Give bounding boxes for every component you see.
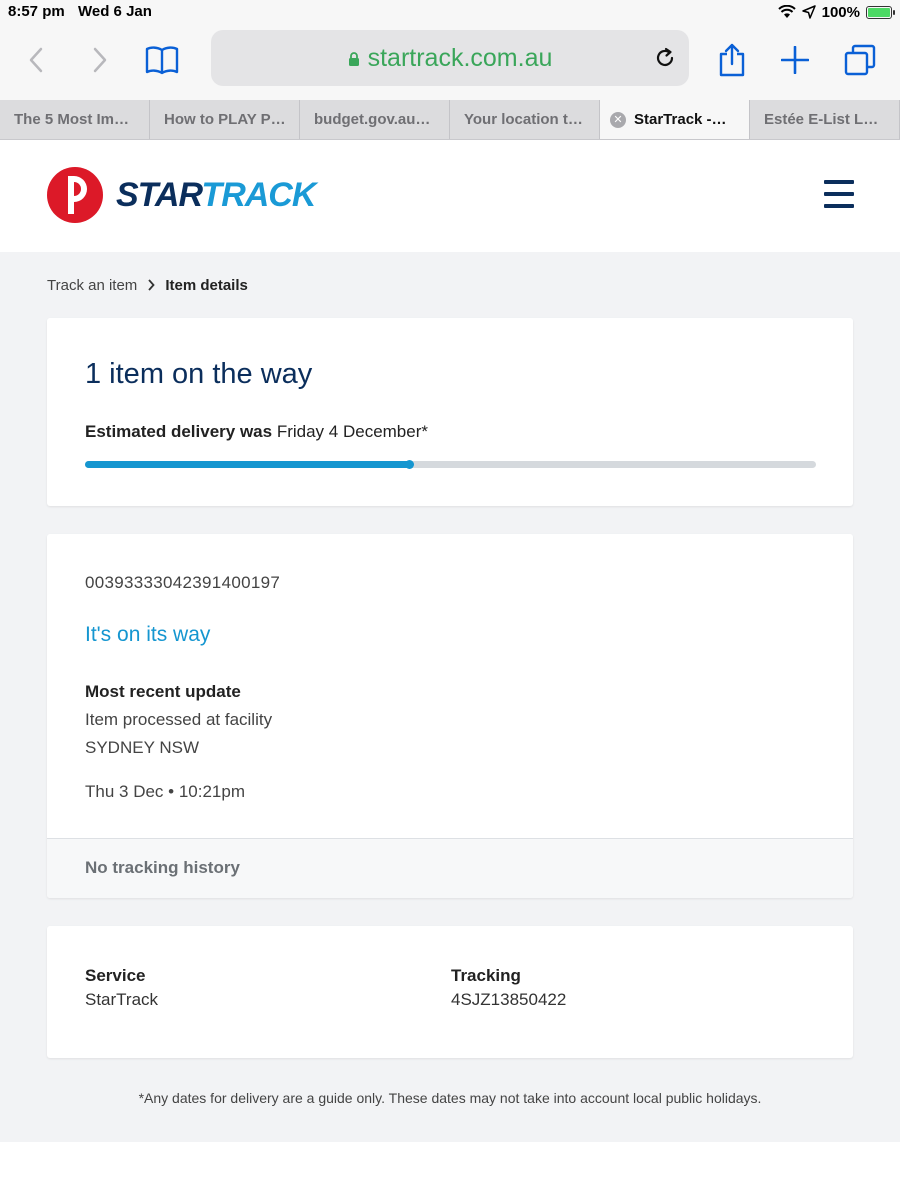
tracking-history-section: No tracking history <box>47 838 853 898</box>
service-details-card: Service StarTrack Tracking 4SJZ13850422 <box>47 926 853 1058</box>
chevron-right-icon <box>147 278 156 294</box>
delivery-disclaimer: *Any dates for delivery are a guide only… <box>138 1090 762 1106</box>
service-value: StarTrack <box>85 990 159 1009</box>
startrack-logo-mark <box>47 167 103 223</box>
tab-3[interactable]: budget.gov.au… <box>300 100 450 139</box>
tracking-history-label: No tracking history <box>85 858 240 877</box>
status-time: 8:57 pm <box>8 3 65 20</box>
battery-fill <box>868 7 890 17</box>
update-heading: Most recent update <box>85 682 241 701</box>
status-date: Wed 6 Jan <box>78 3 152 20</box>
new-tab-icon[interactable] <box>775 40 815 80</box>
location-arrow-icon <box>801 5 816 19</box>
delivery-summary-card: 1 item on the way Estimated delivery was… <box>47 318 853 506</box>
logo-wordmark: STARTRACK <box>116 175 316 215</box>
summary-title: 1 item on the way <box>85 358 313 390</box>
lock-icon <box>348 52 359 66</box>
tabs-overview-icon[interactable] <box>840 40 880 80</box>
status-bar: 8:57 pm Wed 6 Jan 100% <box>0 0 900 24</box>
estimated-delivery: Estimated delivery was Friday 4 December… <box>85 422 428 442</box>
tab-close-icon[interactable]: ✕ <box>610 111 626 128</box>
update-timestamp: Thu 3 Dec • 10:21pm <box>85 782 245 801</box>
battery-icon <box>866 5 895 19</box>
item-card: 00393333042391400197 It's on its way Mos… <box>47 534 853 898</box>
item-tracking-number: 00393333042391400197 <box>85 573 281 592</box>
forward-icon[interactable] <box>80 40 120 80</box>
status-indicators: 100% <box>777 2 895 22</box>
update-description: Item processed at facility <box>85 710 273 729</box>
tab-strip: The 5 Most Im… How to PLAY P… budget.gov… <box>0 100 900 140</box>
tab-label: budget.gov.au… <box>314 111 431 128</box>
startrack-logo[interactable]: STARTRACK <box>46 166 316 224</box>
logo-wordmark-star: STAR <box>116 175 202 214</box>
tab-label: Estée E-List L… <box>764 111 879 128</box>
bookmarks-icon[interactable] <box>142 40 182 80</box>
tab-label: Your location t… <box>464 111 583 128</box>
browser-toolbar: startrack.com.au <box>0 24 900 100</box>
delivery-progress-bar <box>85 460 816 469</box>
estimate-label: Estimated delivery was <box>85 422 273 441</box>
back-icon[interactable] <box>16 40 56 80</box>
share-icon[interactable] <box>712 40 752 80</box>
service-label: Service <box>85 966 146 985</box>
logo-wordmark-track: TRACK <box>201 175 316 214</box>
menu-icon[interactable] <box>824 180 854 210</box>
item-status: It's on its way <box>85 623 211 646</box>
tab-2[interactable]: How to PLAY P… <box>150 100 300 139</box>
estimate-date: Friday 4 December* <box>276 422 428 441</box>
tab-label: StarTrack -… <box>634 111 727 128</box>
tab-1[interactable]: The 5 Most Im… <box>0 100 150 139</box>
tab-6[interactable]: Estée E-List L… <box>750 100 900 139</box>
wifi-icon <box>777 5 796 18</box>
tab-5-active[interactable]: ✕ StarTrack -… <box>600 100 750 139</box>
update-location: SYDNEY NSW <box>85 738 199 757</box>
site-header: STARTRACK <box>0 140 900 252</box>
breadcrumb-current: Item details <box>165 277 248 294</box>
breadcrumb: Track an item Item details <box>47 277 248 294</box>
tab-4[interactable]: Your location t… <box>450 100 600 139</box>
breadcrumb-track-link[interactable]: Track an item <box>47 277 137 294</box>
address-bar[interactable]: startrack.com.au <box>211 30 689 86</box>
url-text: startrack.com.au <box>367 43 553 72</box>
tracking-value: 4SJZ13850422 <box>451 990 567 1009</box>
reload-icon[interactable] <box>653 46 677 75</box>
delivery-progress-fill <box>85 460 415 469</box>
main-content: Track an item Item details 1 item on the… <box>0 252 900 1142</box>
tab-label: How to PLAY P… <box>164 111 286 128</box>
battery-percent: 100% <box>821 3 860 21</box>
tab-label: The 5 Most Im… <box>14 111 130 128</box>
tracking-label: Tracking <box>451 966 521 985</box>
